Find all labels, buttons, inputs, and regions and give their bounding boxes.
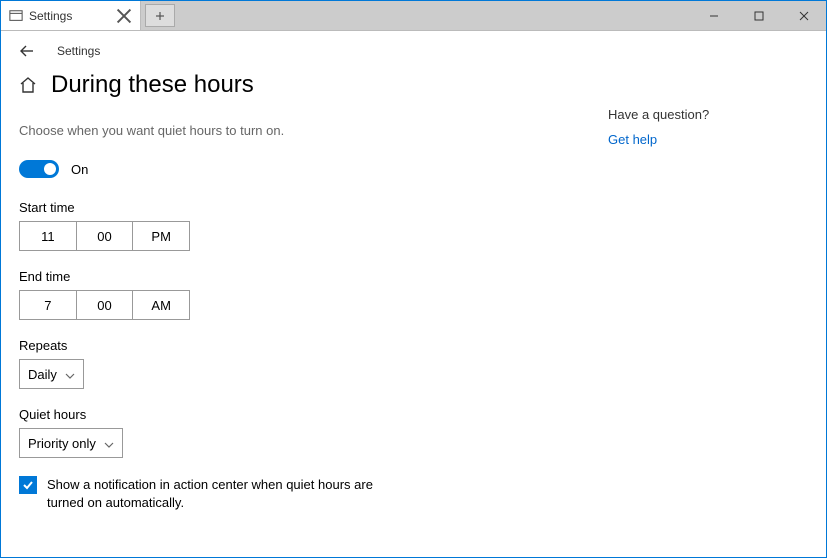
repeats-value: Daily (28, 367, 57, 382)
start-minute[interactable]: 00 (76, 222, 133, 250)
repeats-dropdown[interactable]: Daily (19, 359, 84, 389)
repeats-label: Repeats (19, 338, 608, 353)
end-period[interactable]: AM (132, 291, 189, 319)
title-bar: Settings (1, 1, 826, 31)
new-tab-button[interactable] (145, 4, 175, 27)
start-time-picker[interactable]: 11 00 PM (19, 221, 190, 251)
tab-close-icon[interactable] (116, 8, 132, 24)
home-icon[interactable] (19, 76, 37, 94)
end-time-label: End time (19, 269, 608, 284)
quiet-hours-value: Priority only (28, 436, 96, 451)
quiet-hours-dropdown[interactable]: Priority only (19, 428, 123, 458)
chevron-down-icon (65, 367, 75, 382)
sub-header: Settings (1, 31, 826, 71)
start-period[interactable]: PM (132, 222, 189, 250)
settings-app-icon (9, 9, 23, 23)
breadcrumb: Settings (57, 44, 100, 58)
quiet-hours-toggle[interactable] (19, 160, 59, 178)
chevron-down-icon (104, 436, 114, 451)
minimize-button[interactable] (691, 1, 736, 30)
maximize-button[interactable] (736, 1, 781, 30)
toggle-state-label: On (71, 162, 88, 177)
start-hour[interactable]: 11 (20, 222, 76, 250)
quiet-hours-label: Quiet hours (19, 407, 608, 422)
help-heading: Have a question? (608, 107, 808, 122)
get-help-link[interactable]: Get help (608, 132, 808, 147)
window-tab[interactable]: Settings (1, 1, 141, 30)
back-button[interactable] (17, 41, 37, 61)
tab-title: Settings (29, 9, 110, 23)
page-title: During these hours (51, 71, 254, 99)
end-hour[interactable]: 7 (20, 291, 76, 319)
notification-checkbox-label: Show a notification in action center whe… (47, 476, 399, 512)
end-minute[interactable]: 00 (76, 291, 133, 319)
end-time-picker[interactable]: 7 00 AM (19, 290, 190, 320)
close-window-button[interactable] (781, 1, 826, 30)
notification-checkbox[interactable] (19, 476, 37, 494)
start-time-label: Start time (19, 200, 608, 215)
page-description: Choose when you want quiet hours to turn… (19, 123, 608, 138)
